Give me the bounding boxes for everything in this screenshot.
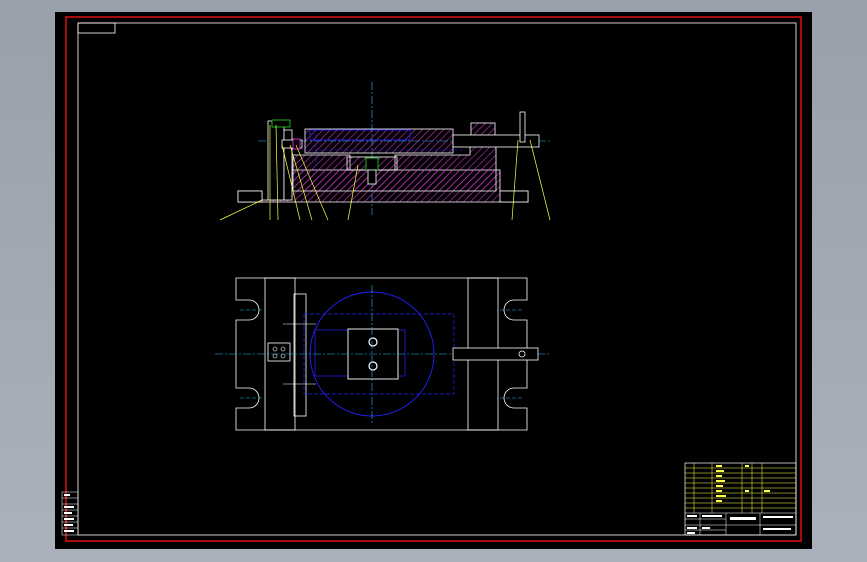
- pin-shaft: [367, 169, 377, 185]
- screw-nut: [292, 138, 301, 150]
- outer-frame: [65, 16, 802, 542]
- handle-shaft: [452, 134, 540, 148]
- inner-border: [77, 22, 797, 536]
- rail-left-inner: [293, 293, 307, 417]
- front-section-view: [219, 82, 552, 221]
- screw-block-plan: [267, 342, 291, 362]
- screw-hole-2: [280, 346, 286, 352]
- title-block: [684, 462, 797, 536]
- drawing-canvas: [61, 16, 802, 542]
- screw-hole-1: [272, 346, 278, 352]
- parts-list: [685, 463, 796, 513]
- clamp-plate: [304, 128, 454, 154]
- top-plan-view: [215, 277, 550, 431]
- screw-hole-4: [280, 353, 286, 359]
- drawing-number-box: [77, 22, 116, 34]
- screw-head: [271, 119, 291, 128]
- title-marks: [687, 515, 793, 534]
- base-foot-left: [237, 190, 263, 203]
- screw-hole-3: [272, 353, 278, 359]
- locating-pin: [365, 157, 379, 171]
- handle-rod: [519, 111, 526, 143]
